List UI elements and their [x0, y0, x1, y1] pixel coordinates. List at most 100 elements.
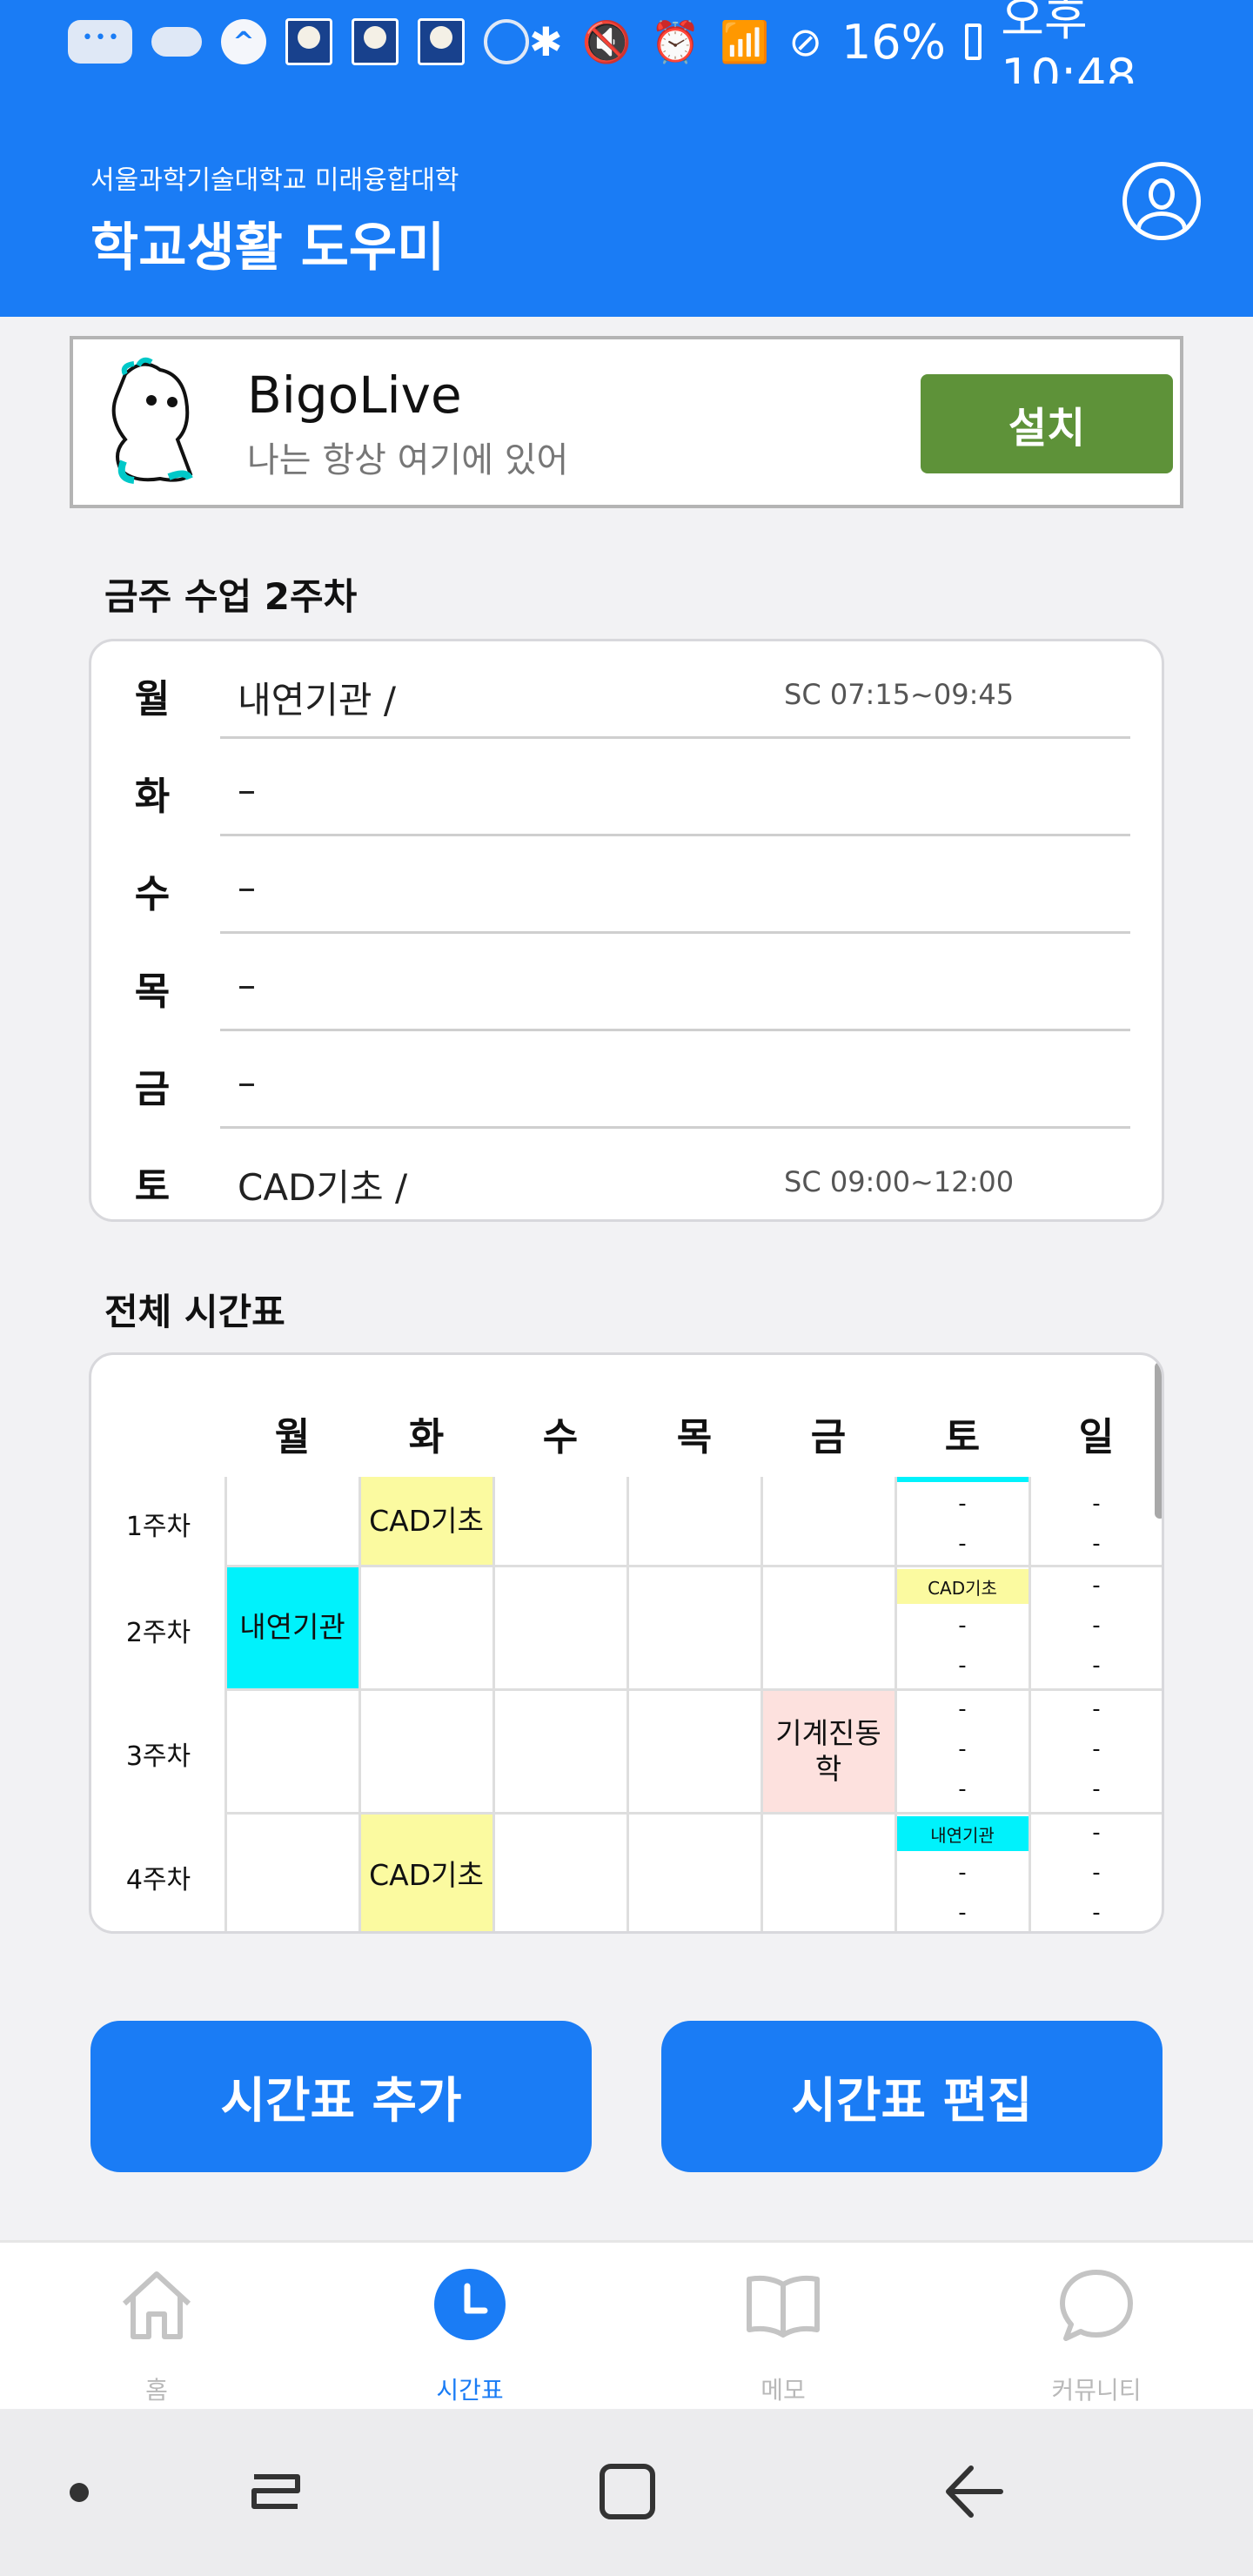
- grid-line: [492, 1477, 495, 1931]
- week-row-label: 4주차: [125, 1865, 191, 1895]
- empty-slot: -: [1092, 1736, 1101, 1762]
- nav-item-community[interactable]: 커뮤니티: [940, 2243, 1253, 2412]
- week-class-name: –: [238, 1061, 256, 1104]
- empty-slot: -: [1092, 1696, 1101, 1722]
- week-class-name: –: [238, 866, 256, 909]
- empty-slot: -: [1092, 1860, 1101, 1886]
- week-day-label: 금: [134, 1067, 171, 1111]
- nav-label: 시간표: [436, 2376, 504, 2405]
- empty-slot: -: [958, 1491, 967, 1517]
- week-row[interactable]: 금 –: [91, 1031, 1167, 1129]
- day-header: 일: [1078, 1415, 1115, 1459]
- week-class-name: CAD기초 /: [238, 1166, 408, 1209]
- week-day-label: 화: [134, 775, 171, 819]
- class-cell[interactable]: 기계진동학: [761, 1689, 895, 1813]
- header-subtitle: 서울과학기술대학교 미래융합대학: [90, 165, 459, 196]
- battery-percent: 16%: [841, 14, 946, 70]
- bigolive-logo-icon: [111, 357, 193, 484]
- week-row-label: 2주차: [125, 1618, 191, 1648]
- class-tag[interactable]: 내연기관: [895, 1816, 1029, 1851]
- day-header: 토: [944, 1415, 981, 1459]
- ad-description: 나는 항상 여기에 있어: [247, 440, 569, 480]
- grid-line: [626, 1477, 629, 1931]
- home-icon: [122, 2271, 191, 2339]
- timetable-scrollbar[interactable]: [1155, 1362, 1162, 1519]
- chat-bubble-icon: [1060, 2270, 1133, 2341]
- empty-slot: -: [1092, 1820, 1101, 1846]
- week-row[interactable]: 월 내연기관 / SC 07:15~09:45: [91, 641, 1167, 739]
- back-icon[interactable]: [929, 2444, 1025, 2539]
- nav-label: 커뮤니티: [1051, 2376, 1142, 2405]
- this-week-title: 금주 수업 2주차: [104, 575, 358, 618]
- profile-icon[interactable]: [1122, 162, 1201, 240]
- empty-slot: -: [958, 1900, 967, 1926]
- timetable-grid[interactable]: 월 화 수 목 금 토 일 CAD기초 내연기관 기계진동학 CAD기초 CAD…: [89, 1352, 1164, 1934]
- message-icon: [68, 20, 132, 64]
- week-row[interactable]: 수 –: [91, 836, 1167, 934]
- empty-slot: -: [958, 1613, 967, 1639]
- class-cell[interactable]: 내연기관: [225, 1566, 359, 1689]
- home-button-icon[interactable]: [580, 2444, 675, 2539]
- app-icon: [418, 18, 465, 65]
- nav-label: 메모: [761, 2376, 806, 2405]
- class-marker: [895, 1477, 1029, 1482]
- grid-line: [761, 1477, 763, 1931]
- empty-slot: -: [958, 1653, 967, 1679]
- profile-body-shape: [1136, 211, 1187, 236]
- dot-indicator-icon: [70, 2483, 89, 2502]
- week-class-name: –: [238, 768, 256, 811]
- empty-slot: -: [1092, 1653, 1101, 1679]
- week-row[interactable]: 화 –: [91, 739, 1167, 836]
- alarm-icon: ⏰: [650, 17, 701, 65]
- profile-head-shape: [1149, 178, 1175, 210]
- a-badge-icon: ^: [221, 19, 266, 64]
- mute-icon: 🔇: [581, 17, 632, 65]
- week-day-label: 월: [134, 677, 171, 721]
- ad-app-name: BigoLive: [247, 366, 462, 425]
- class-cell[interactable]: CAD기초: [359, 1813, 493, 1931]
- this-week-card: 월 내연기관 / SC 07:15~09:45 화 – 수 – 목 – 금 – …: [89, 639, 1164, 1222]
- ad-banner[interactable]: BigoLive 나는 항상 여기에 있어 설치: [70, 336, 1183, 508]
- class-cell[interactable]: CAD기초: [359, 1477, 493, 1566]
- grid-line: [225, 1688, 1162, 1691]
- empty-slot: -: [1092, 1531, 1101, 1557]
- battery-icon: [964, 23, 982, 60]
- grid-line: [358, 1477, 361, 1931]
- day-header: 수: [542, 1415, 579, 1459]
- timetable-title: 전체 시간표: [104, 1291, 285, 1333]
- install-button[interactable]: 설치: [921, 374, 1173, 473]
- gem-icon: [484, 19, 529, 64]
- empty-slot: -: [958, 1776, 967, 1802]
- system-nav-bar: [0, 2409, 1253, 2576]
- app-icon: [352, 18, 399, 65]
- week-row[interactable]: 토 CAD기초 / SC 09:00~12:00: [91, 1129, 1167, 1226]
- empty-slot: -: [1092, 1491, 1101, 1517]
- edit-timetable-button[interactable]: 시간표 편집: [661, 2021, 1163, 2172]
- empty-slot: -: [958, 1696, 967, 1722]
- empty-slot: -: [1092, 1613, 1101, 1639]
- week-class-time: SC 09:00~12:00: [784, 1165, 1015, 1198]
- empty-slot: -: [1092, 1573, 1101, 1599]
- app-header: 서울과학기술대학교 미래융합대학 학교생활 도우미: [0, 84, 1253, 317]
- recent-apps-icon[interactable]: [228, 2444, 324, 2539]
- week-row-label: 3주차: [125, 1741, 191, 1772]
- day-header: 금: [810, 1415, 847, 1459]
- add-timetable-button[interactable]: 시간표 추가: [90, 2021, 592, 2172]
- nav-item-home[interactable]: 홈: [0, 2243, 313, 2412]
- empty-slot: -: [958, 1860, 967, 1886]
- bluetooth-icon: ✱: [529, 18, 563, 65]
- class-tag[interactable]: CAD기초: [895, 1569, 1029, 1604]
- week-row-label: 1주차: [125, 1512, 191, 1542]
- cloud-icon: [151, 27, 202, 57]
- day-header: 목: [676, 1415, 713, 1459]
- notification-icons: ^: [68, 18, 529, 65]
- status-bar: ^ ✱ 🔇 ⏰ 📶 ⊘ 16% 오후 10:48: [0, 0, 1253, 104]
- nav-item-timetable[interactable]: 시간표: [313, 2243, 626, 2412]
- week-row[interactable]: 목 –: [91, 934, 1167, 1031]
- clock-icon: [434, 2269, 506, 2340]
- week-class-name: 내연기관 /: [238, 679, 397, 721]
- empty-slot: -: [1092, 1900, 1101, 1926]
- page-title: 학교생활 도우미: [90, 218, 446, 278]
- nav-item-memo[interactable]: 메모: [626, 2243, 940, 2412]
- day-header: 화: [408, 1415, 445, 1459]
